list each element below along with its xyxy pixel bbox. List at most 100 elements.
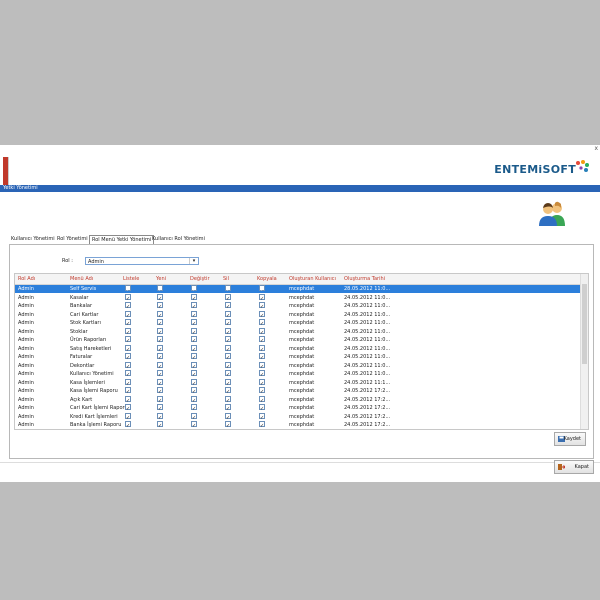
- save-button[interactable]: Kaydet: [554, 432, 586, 446]
- permission-checkbox[interactable]: ✓: [191, 421, 197, 429]
- permission-checkbox[interactable]: ✓: [259, 302, 265, 310]
- permission-checkbox[interactable]: ✓: [157, 395, 163, 404]
- permission-checkbox[interactable]: ✓: [157, 353, 163, 361]
- permission-checkbox[interactable]: ✓: [157, 285, 163, 293]
- permission-checkbox[interactable]: ✓: [259, 285, 265, 293]
- permission-checkbox[interactable]: ✓: [191, 336, 197, 344]
- permission-checkbox[interactable]: ✓: [191, 319, 197, 327]
- table-row[interactable]: Admin Kredi Kart İşlemleri ✓ ✓ ✓ ✓ ✓ mcephdat 24…: [15, 412, 580, 421]
- permission-checkbox[interactable]: ✓: [225, 421, 231, 429]
- permission-checkbox[interactable]: ✓: [225, 353, 231, 361]
- permission-checkbox[interactable]: ✓: [191, 387, 197, 395]
- permission-checkbox[interactable]: ✓: [125, 344, 131, 353]
- permission-checkbox[interactable]: ✓: [125, 412, 131, 421]
- grid-scrollbar[interactable]: [580, 274, 588, 429]
- permission-checkbox[interactable]: ✓: [125, 327, 131, 336]
- col-olusturan[interactable]: Oluşturan Kullanıcı: [289, 274, 336, 284]
- col-listele[interactable]: Listele: [123, 274, 139, 284]
- permission-checkbox[interactable]: ✓: [125, 310, 131, 319]
- permission-checkbox[interactable]: ✓: [191, 285, 197, 293]
- table-row[interactable]: Admin Dekontlar ✓ ✓ ✓ ✓ ✓ mcephdat 24.05.2012 11…: [15, 361, 580, 370]
- permission-checkbox[interactable]: ✓: [225, 302, 231, 310]
- permission-checkbox[interactable]: ✓: [259, 327, 265, 336]
- table-row[interactable]: Admin Ürün Raporları ✓ ✓ ✓ ✓ ✓ mcephdat 24.05.20…: [15, 336, 580, 344]
- col-degistir[interactable]: Değiştir: [190, 274, 210, 284]
- permission-checkbox[interactable]: ✓: [157, 421, 163, 429]
- col-sil[interactable]: Sil: [223, 274, 229, 284]
- permission-checkbox[interactable]: ✓: [125, 361, 131, 370]
- permission-checkbox[interactable]: ✓: [225, 361, 231, 370]
- permission-checkbox[interactable]: ✓: [157, 293, 163, 302]
- table-row[interactable]: Admin Faturalar ✓ ✓ ✓ ✓ ✓ mcephdat 24.05.2012 11…: [15, 353, 580, 361]
- permission-checkbox[interactable]: ✓: [259, 353, 265, 361]
- table-row[interactable]: Admin Kullanıcı Yönetimi ✓ ✓ ✓ ✓ ✓ mcephdat 24.0…: [15, 370, 580, 378]
- permission-checkbox[interactable]: ✓: [259, 395, 265, 404]
- rol-select[interactable]: Admin ▾: [85, 257, 199, 265]
- col-rol-adi[interactable]: Rol Adı: [18, 274, 35, 284]
- permission-checkbox[interactable]: ✓: [191, 412, 197, 421]
- permission-checkbox[interactable]: ✓: [225, 293, 231, 302]
- permission-checkbox[interactable]: ✓: [225, 336, 231, 344]
- permission-checkbox[interactable]: ✓: [125, 404, 131, 412]
- permission-checkbox[interactable]: ✓: [125, 353, 131, 361]
- tab-rol-yonetimi[interactable]: Rol Yönetimi: [55, 235, 90, 244]
- table-row[interactable]: Admin Stok Kartları ✓ ✓ ✓ ✓ ✓ mcephdat 24.05.201…: [15, 319, 580, 327]
- permission-checkbox[interactable]: ✓: [125, 395, 131, 404]
- permission-checkbox[interactable]: ✓: [225, 404, 231, 412]
- permission-checkbox[interactable]: ✓: [125, 421, 131, 429]
- table-row[interactable]: Admin Kasa İşlemi Raporu ✓ ✓ ✓ ✓ ✓ mcephdat 24.0…: [15, 387, 580, 395]
- permission-checkbox[interactable]: ✓: [225, 285, 231, 293]
- permission-checkbox[interactable]: ✓: [259, 361, 265, 370]
- permission-checkbox[interactable]: ✓: [259, 310, 265, 319]
- permission-checkbox[interactable]: ✓: [157, 344, 163, 353]
- table-row[interactable]: Admin Cari Kartlar ✓ ✓ ✓ ✓ ✓ mcephdat 24.05.2012…: [15, 310, 580, 319]
- permission-checkbox[interactable]: ✓: [191, 404, 197, 412]
- table-row[interactable]: Admin Stoklar ✓ ✓ ✓ ✓ ✓ mcephdat 24.05.2012 11:0…: [15, 327, 580, 336]
- permission-checkbox[interactable]: ✓: [125, 370, 131, 378]
- permission-checkbox[interactable]: ✓: [225, 344, 231, 353]
- permission-checkbox[interactable]: ✓: [225, 395, 231, 404]
- permission-checkbox[interactable]: ✓: [259, 344, 265, 353]
- permission-checkbox[interactable]: ✓: [191, 370, 197, 378]
- permission-checkbox[interactable]: ✓: [157, 412, 163, 421]
- permission-checkbox[interactable]: ✓: [125, 319, 131, 327]
- permission-checkbox[interactable]: ✓: [191, 378, 197, 387]
- col-olusturma-tarihi[interactable]: Oluşturma Tarihi: [344, 274, 385, 284]
- table-row[interactable]: Admin Bankalar ✓ ✓ ✓ ✓ ✓ mcephdat 24.05.2012 11:…: [15, 302, 580, 310]
- col-kopyala[interactable]: Kopyala: [257, 274, 277, 284]
- permission-checkbox[interactable]: ✓: [259, 421, 265, 429]
- permission-checkbox[interactable]: ✓: [225, 327, 231, 336]
- permission-checkbox[interactable]: ✓: [125, 387, 131, 395]
- permission-checkbox[interactable]: ✓: [191, 293, 197, 302]
- permission-checkbox[interactable]: ✓: [259, 319, 265, 327]
- permission-checkbox[interactable]: ✓: [225, 310, 231, 319]
- permission-checkbox[interactable]: ✓: [191, 344, 197, 353]
- chevron-down-icon[interactable]: ▾: [189, 258, 198, 264]
- permission-checkbox[interactable]: ✓: [259, 387, 265, 395]
- permission-checkbox[interactable]: ✓: [191, 361, 197, 370]
- permission-checkbox[interactable]: ✓: [225, 387, 231, 395]
- permission-checkbox[interactable]: ✓: [157, 319, 163, 327]
- table-row[interactable]: Admin Kasalar ✓ ✓ ✓ ✓ ✓ mcephdat 24.05.2012 11:0…: [15, 293, 580, 302]
- permission-checkbox[interactable]: ✓: [259, 336, 265, 344]
- permission-checkbox[interactable]: ✓: [259, 293, 265, 302]
- permission-checkbox[interactable]: ✓: [157, 336, 163, 344]
- table-row[interactable]: Admin Banka İşlemi Raporu ✓ ✓ ✓ ✓ ✓ mcephdat 24.…: [15, 421, 580, 429]
- table-row[interactable]: Admin Satış Hareketleri ✓ ✓ ✓ ✓ ✓ mcephdat 24.05…: [15, 344, 580, 353]
- tab-kullanici-rol[interactable]: Kullanıcı Rol Yönetimi: [150, 235, 207, 244]
- table-row[interactable]: Admin Self Servis ✓ ✓ ✓ ✓ ✓ mcephdat 28.05.2012 …: [15, 285, 580, 293]
- permission-checkbox[interactable]: ✓: [259, 370, 265, 378]
- permission-checkbox[interactable]: ✓: [157, 404, 163, 412]
- col-menu-adi[interactable]: Menü Adı: [70, 274, 93, 284]
- permission-checkbox[interactable]: ✓: [157, 310, 163, 319]
- permission-checkbox[interactable]: ✓: [125, 378, 131, 387]
- permission-checkbox[interactable]: ✓: [157, 361, 163, 370]
- permission-checkbox[interactable]: ✓: [259, 412, 265, 421]
- permission-checkbox[interactable]: ✓: [157, 387, 163, 395]
- permission-checkbox[interactable]: ✓: [157, 327, 163, 336]
- permission-checkbox[interactable]: ✓: [157, 302, 163, 310]
- table-row[interactable]: Admin Kasa İşlemleri ✓ ✓ ✓ ✓ ✓ mcephdat 24.05.20…: [15, 378, 580, 387]
- table-row[interactable]: Admin Açık Kart ✓ ✓ ✓ ✓ ✓ mcephdat 24.05.2012 17…: [15, 395, 580, 404]
- permission-checkbox[interactable]: ✓: [157, 370, 163, 378]
- permission-checkbox[interactable]: ✓: [125, 293, 131, 302]
